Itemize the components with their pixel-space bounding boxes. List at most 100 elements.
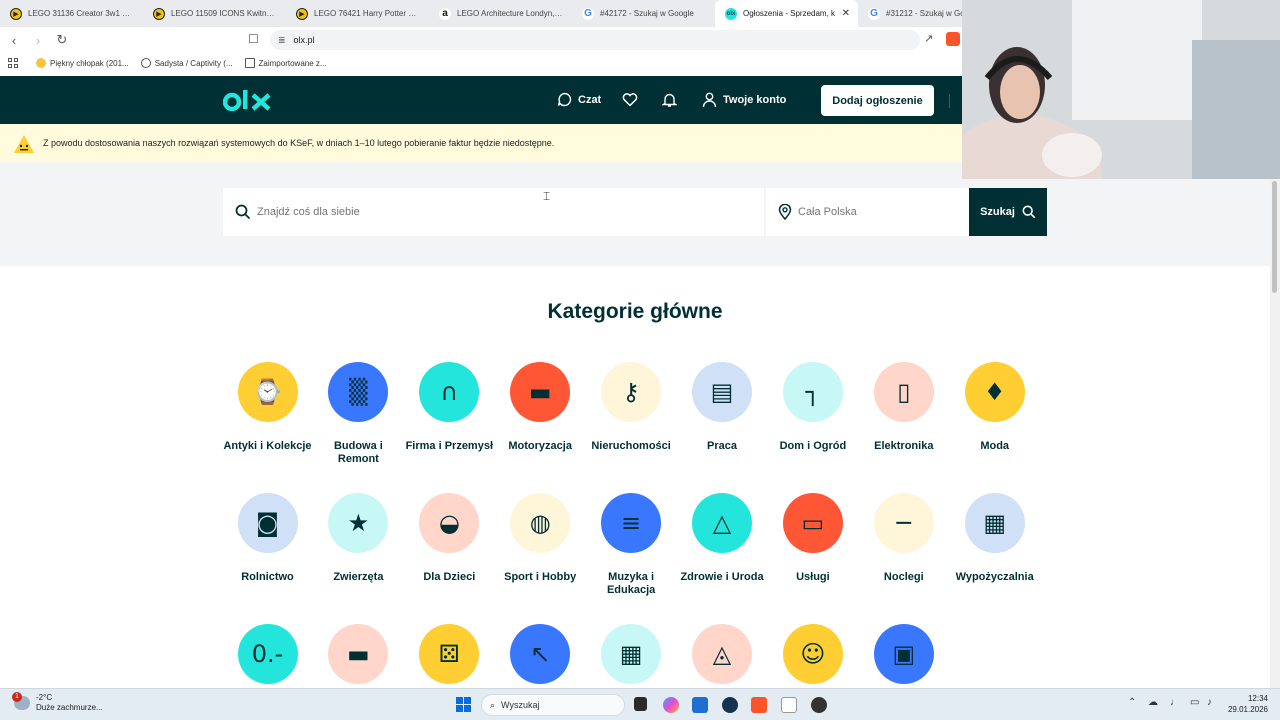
search-field[interactable]: [223, 188, 764, 236]
van-icon: ▣: [873, 624, 934, 684]
category-glyph: ☺: [800, 640, 826, 668]
category-item[interactable]: ↖: [495, 624, 586, 684]
browser-tab[interactable]: olx Ogłoszenia - Sprzedam, k ✕: [715, 0, 858, 27]
microphone-icon[interactable]: ♩: [1170, 697, 1180, 708]
clock[interactable]: 12:34 29.01.2026: [1222, 693, 1268, 715]
bookmark-item[interactable]: Zaimportowane z...: [244, 58, 327, 68]
category-item[interactable]: ◍ Sport i Hobby: [495, 493, 586, 584]
category-item[interactable]: ▬ Motoryzacja: [495, 362, 586, 453]
browser-tab[interactable]: ▶ LEGO 11509 ICONS Kwitnący k: [143, 0, 286, 27]
category-item[interactable]: ⌚ Antyki i Kolekcje: [222, 362, 313, 453]
onedrive-icon[interactable]: ☁: [1148, 697, 1158, 708]
back-icon[interactable]: ‹: [4, 30, 24, 50]
display-icon[interactable]: ▭: [1190, 697, 1199, 708]
brave-browser-icon[interactable]: [751, 697, 767, 713]
category-glyph: △: [712, 509, 732, 537]
warning-robot-icon: [14, 135, 34, 153]
browser-tab[interactable]: a LEGO Architecture Londyn, Dec: [429, 0, 572, 27]
price-tag-icon: 0.-: [237, 624, 298, 684]
bookmark-item[interactable]: Piękny chłopak (201...: [36, 58, 129, 68]
user-icon: [702, 92, 717, 108]
category-label: Noclegi: [883, 571, 924, 583]
search-button[interactable]: Szukaj: [969, 188, 1047, 236]
category-item[interactable]: ▭ Usługi: [767, 493, 858, 584]
notifications-link[interactable]: [662, 92, 683, 108]
weather-widget[interactable]: 1 -2°C Duże zachmurze...: [12, 692, 103, 713]
category-item[interactable]: ★ Zwierzęta: [313, 493, 404, 584]
category-item[interactable]: ∩ Firma i Przemysł: [404, 362, 495, 453]
site-info-icon[interactable]: ≣: [278, 35, 286, 46]
category-item[interactable]: ▯ Elektronika: [858, 362, 949, 453]
bookmark-label: Piękny chłopak (201...: [50, 58, 129, 68]
browser-tab[interactable]: ▶ LEGO 31136 Creator 3w1 Egzo: [0, 0, 143, 27]
store-icon[interactable]: [692, 697, 708, 713]
steam-icon[interactable]: [722, 697, 738, 713]
category-item[interactable]: ▬: [313, 624, 404, 684]
category-glyph: ◬: [712, 640, 732, 668]
address-bar[interactable]: ≣ olx.pl: [270, 30, 920, 50]
apps-grid-icon[interactable]: [8, 58, 18, 68]
category-item[interactable]: ≡ Muzyka i Edukacja: [586, 493, 677, 597]
category-item[interactable]: ▦: [586, 624, 677, 684]
category-label: Budowa i Remont: [333, 440, 383, 465]
page-scrollbar[interactable]: [1270, 179, 1280, 689]
location-pin-icon: [778, 204, 792, 220]
app-icon[interactable]: [811, 697, 827, 713]
close-tab-icon[interactable]: ✕: [842, 8, 850, 19]
category-label: Firma i Przemysł: [405, 440, 494, 452]
search-icon: ⌕: [490, 699, 496, 710]
globe-icon: [140, 58, 151, 68]
post-ad-button[interactable]: Dodaj ogłoszenie: [821, 85, 934, 116]
stroller-icon: ◒: [419, 493, 480, 553]
chevron-up-icon[interactable]: ⌃: [1128, 697, 1136, 708]
bookmark-icon[interactable]: ☐: [248, 32, 259, 46]
browser-tab[interactable]: ▶ LEGO 76421 Harry Potter Skrz: [286, 0, 429, 27]
notepad-icon[interactable]: [781, 697, 797, 713]
category-item[interactable]: ▣: [858, 624, 949, 684]
chat-link[interactable]: Czat: [557, 92, 601, 107]
category-item[interactable]: ◬: [677, 624, 768, 684]
search-input[interactable]: [257, 206, 737, 218]
perfume-icon: △: [692, 493, 752, 553]
brave-shield-icon[interactable]: [946, 32, 960, 46]
category-item[interactable]: ⚄: [404, 624, 495, 684]
forklift-icon: ↖: [510, 624, 571, 684]
category-item[interactable]: ▦ Wypożyczalnia: [949, 493, 1040, 584]
category-label: Zdrowie i Uroda: [680, 571, 764, 583]
category-item[interactable]: ◙ Rolnictwo: [222, 493, 313, 584]
share-icon[interactable]: ↗: [924, 32, 933, 45]
category-label: Sport i Hobby: [504, 571, 577, 583]
category-item[interactable]: ▤ Praca: [677, 362, 768, 453]
bookmark-item[interactable]: Sadysta / Captivity (...: [140, 58, 233, 68]
category-item[interactable]: ☺: [767, 624, 858, 684]
forward-icon[interactable]: ›: [28, 30, 48, 50]
reload-icon[interactable]: ↻: [52, 30, 72, 50]
speaker-icon[interactable]: ♪: [1207, 697, 1212, 708]
webcam-overlay: [962, 0, 1280, 179]
bookmarks-bar: Piękny chłopak (201... Sadysta / Captivi…: [0, 53, 962, 73]
account-link[interactable]: Twoje konto: [702, 92, 786, 108]
category-item[interactable]: ▒ Budowa i Remont: [313, 362, 404, 466]
category-item[interactable]: ◒ Dla Dzieci: [404, 493, 495, 584]
category-item[interactable]: △ Zdrowie i Uroda: [677, 493, 768, 584]
tab-title: LEGO 76421 Harry Potter Skrz: [314, 9, 421, 18]
favorites-link[interactable]: [622, 92, 644, 107]
location-field[interactable]: [766, 188, 969, 236]
browser-tab[interactable]: G #42172 - Szukaj w Google: [572, 0, 715, 27]
copilot-icon[interactable]: [663, 697, 679, 713]
windows-start-icon[interactable]: [456, 697, 471, 712]
category-item[interactable]: ♦ Moda: [949, 362, 1040, 453]
task-view-icon[interactable]: [634, 697, 647, 711]
chat-label: Czat: [578, 93, 602, 106]
category-item[interactable]: ⚷ Nieruchomości: [586, 362, 677, 453]
location-input[interactable]: [798, 206, 958, 218]
search-icon: [1022, 205, 1036, 219]
category-item[interactable]: 0.-: [222, 624, 313, 684]
category-item[interactable]: ─ Noclegi: [858, 493, 949, 584]
category-glyph: ─: [896, 509, 912, 537]
scrollbar-thumb[interactable]: [1272, 181, 1277, 293]
category-label: Zwierzęta: [333, 571, 384, 583]
taskbar-search[interactable]: ⌕ Wyszukaj: [481, 694, 625, 716]
olx-logo[interactable]: [223, 88, 273, 114]
category-item[interactable]: ┐ Dom i Ogród: [767, 362, 858, 453]
